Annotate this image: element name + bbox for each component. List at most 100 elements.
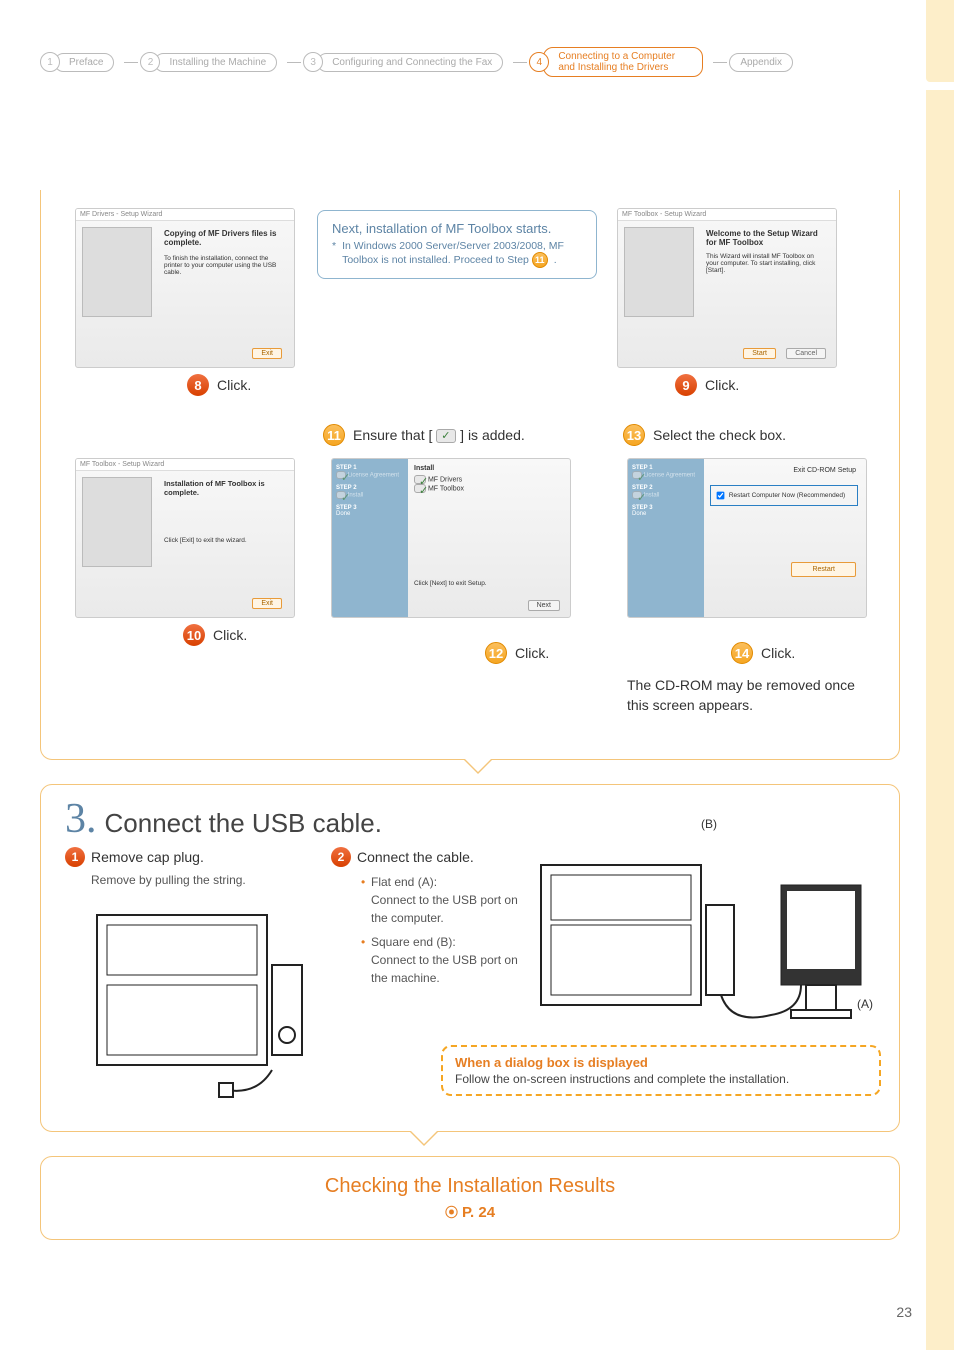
step-9-label: 9 Click.: [675, 374, 739, 396]
breadcrumb-divider: [287, 62, 301, 63]
check-results-heading: Checking the Installation Results: [41, 1175, 899, 1198]
wizard-heading: Installation of MF Toolbox is complete.: [164, 479, 286, 497]
step-text: Select the check box.: [653, 427, 786, 443]
screenshot-step10: MF Toolbox - Setup Wizard Installation o…: [75, 458, 295, 618]
asterisk-icon: *: [332, 240, 336, 268]
section-title: Connect the USB cable.: [105, 808, 383, 839]
step-label: Done: [632, 511, 700, 517]
step-number-13: 13: [623, 424, 645, 446]
breadcrumb-label: Appendix: [729, 53, 793, 72]
screenshot-step9: MF Toolbox - Setup Wizard Welcome to the…: [617, 208, 837, 368]
list-item: MF Toolbox: [428, 485, 464, 492]
next-button[interactable]: Next: [528, 600, 560, 611]
step-text: Click.: [213, 627, 247, 643]
dialog-heading: When a dialog box is displayed: [455, 1055, 867, 1070]
panel-check-results[interactable]: Checking the Installation Results P. 24: [40, 1156, 900, 1240]
breadcrumb-divider: [713, 62, 727, 63]
step-text: Click.: [515, 645, 549, 661]
screenshot-step8: MF Drivers - Setup Wizard Copying of MF …: [75, 208, 295, 368]
label-b: (B): [701, 817, 717, 831]
step-label: Connect the cable.: [357, 849, 474, 865]
section-number: 3.: [65, 795, 97, 843]
breadcrumb-item-drivers[interactable]: 4 Connecting to a Computer and Installin…: [529, 47, 703, 77]
hint-text: Click [Next] to exit Setup.: [414, 580, 487, 587]
step-label: Remove cap plug.: [91, 849, 204, 865]
step-desc: Remove by pulling the string.: [91, 871, 315, 889]
exit-button[interactable]: Exit: [252, 598, 282, 609]
breadcrumb-label: Installing the Machine: [154, 53, 277, 72]
screenshot-step11: STEP 1 License Agreement STEP 2 Install …: [331, 458, 571, 618]
step-14-label: 14 Click.: [731, 642, 795, 664]
checkmark-icon: [414, 484, 426, 493]
window-title: MF Toolbox - Setup Wizard: [618, 209, 836, 221]
bullet-label: Flat end (A):: [371, 875, 437, 889]
page-reference: P. 24: [41, 1202, 899, 1221]
breadcrumb-item-fax[interactable]: 3 Configuring and Connecting the Fax: [303, 52, 503, 72]
wizard-graphic: [624, 227, 694, 317]
window-title: MF Toolbox - Setup Wizard: [76, 459, 294, 471]
substep-2: 2 Connect the cable.: [331, 847, 521, 867]
step-text: Click.: [217, 377, 251, 393]
step-12-label: 12 Click.: [485, 642, 549, 664]
breadcrumb-item-preface[interactable]: 1 Preface: [40, 52, 114, 72]
step-text: Click.: [705, 377, 739, 393]
step-number-2: 2: [331, 847, 351, 867]
panel-connector-inner: [411, 1131, 437, 1144]
exit-setup-label: Exit CD-ROM Setup: [793, 467, 856, 474]
breadcrumb-label: Configuring and Connecting the Fax: [317, 53, 503, 72]
breadcrumb: 1 Preface 2 Installing the Machine 3 Con…: [40, 46, 894, 78]
panel-connector-inner: [465, 759, 491, 772]
side-tab-body: [926, 90, 954, 1350]
exit-button[interactable]: Exit: [252, 348, 282, 359]
printer-monitor-illustration: [531, 825, 871, 1035]
breadcrumb-item-installing[interactable]: 2 Installing the Machine: [140, 52, 277, 72]
start-button[interactable]: Start: [743, 348, 776, 359]
wizard-heading: Copying of MF Drivers files is complete.: [164, 229, 286, 247]
restart-checkbox[interactable]: [717, 492, 725, 500]
bullet-label: Square end (B):: [371, 935, 456, 949]
note-toolbox-install: Next, installation of MF Toolbox starts.…: [317, 210, 597, 279]
wizard-heading: Welcome to the Setup Wizard for MF Toolb…: [706, 229, 828, 247]
dialog-note: When a dialog box is displayed Follow th…: [441, 1045, 881, 1096]
step-number-1: 1: [65, 847, 85, 867]
breadcrumb-item-appendix[interactable]: Appendix: [729, 53, 793, 72]
note-body: In Windows 2000 Server/Server 2003/2008,…: [342, 240, 582, 268]
section-heading: 3. Connect the USB cable.: [65, 795, 382, 843]
checkbox-label: Restart Computer Now (Recommended): [729, 492, 845, 499]
checkmark-icon: [436, 429, 456, 443]
cancel-button[interactable]: Cancel: [786, 348, 826, 359]
panel-connect-usb: 3. Connect the USB cable. 1 Remove cap p…: [40, 784, 900, 1132]
breadcrumb-divider: [124, 62, 138, 63]
window-title: MF Drivers - Setup Wizard: [76, 209, 294, 221]
substep-1: 1 Remove cap plug.: [65, 847, 315, 867]
breadcrumb-label: Connecting to a Computer and Installing …: [543, 47, 703, 77]
page-number: 23: [896, 1304, 912, 1320]
restart-button[interactable]: Restart: [791, 562, 856, 577]
step-11-label: 11 Ensure that [ ] is added.: [323, 424, 525, 446]
breadcrumb-num: 1: [40, 52, 60, 72]
step-text: Ensure that [ ] is added.: [353, 427, 525, 443]
step-number-9: 9: [675, 374, 697, 396]
step-number-12: 12: [485, 642, 507, 664]
breadcrumb-divider: [513, 62, 527, 63]
cd-rom-note: The CD-ROM may be removed once this scre…: [627, 676, 877, 715]
breadcrumb-label: Preface: [54, 53, 114, 72]
wizard-body: Click [Exit] to exit the wizard.: [164, 537, 286, 544]
checkmark-icon: [414, 475, 426, 484]
list-item: MF Drivers: [428, 476, 462, 483]
side-tab-top: [926, 0, 954, 82]
screenshot-step13: STEP 1 License Agreement STEP 2 Install …: [627, 458, 867, 618]
step-10-label: 10 Click.: [183, 624, 247, 646]
label-a: (A): [857, 997, 873, 1011]
step-13-label: 13 Select the check box.: [623, 424, 786, 446]
step-number-8: 8: [187, 374, 209, 396]
dialog-body: Follow the on-screen instructions and co…: [455, 1072, 867, 1086]
step-number-11: 11: [323, 424, 345, 446]
step-ref-11: 11: [532, 252, 548, 268]
step-number-14: 14: [731, 642, 753, 664]
wizard-graphic: [82, 477, 152, 567]
wizard-body: This Wizard will install MF Toolbox on y…: [706, 253, 828, 274]
step-text: Click.: [761, 645, 795, 661]
panel-install-steps: MF Drivers - Setup Wizard Copying of MF …: [40, 190, 900, 760]
column-header: Install: [414, 465, 464, 472]
